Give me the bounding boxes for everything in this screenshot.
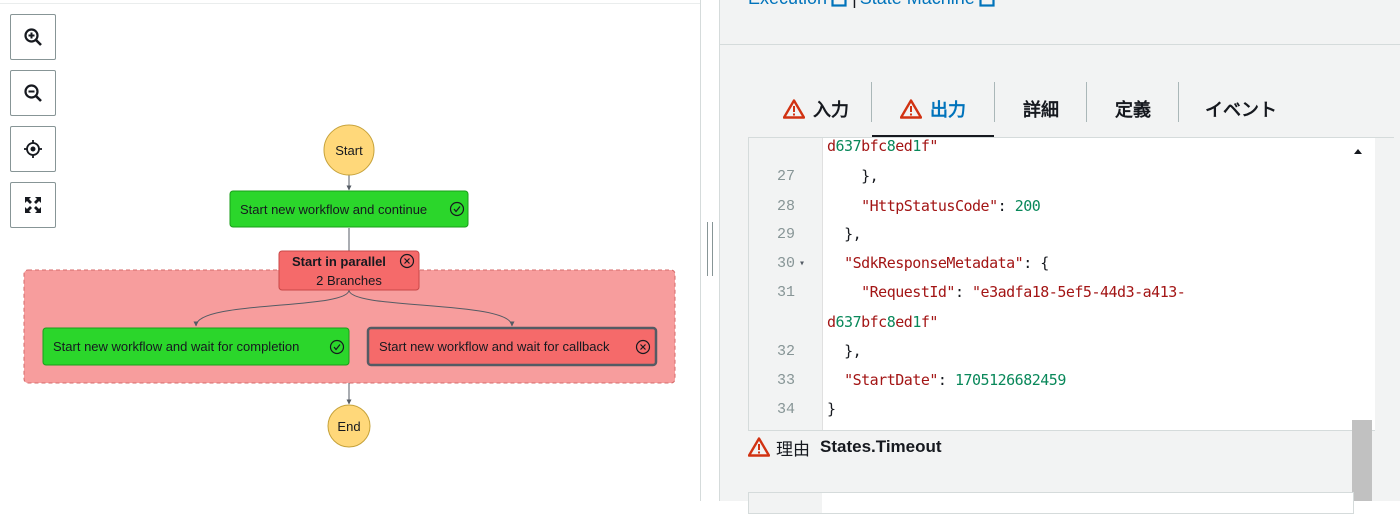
code-line: 32 }, (749, 337, 1375, 366)
zoom-in-button[interactable] (10, 14, 56, 60)
start-node[interactable]: Start (323, 124, 375, 176)
tab-input[interactable]: 入力 (760, 80, 872, 137)
code-text: }, (844, 342, 862, 360)
line-number: 32 (776, 343, 795, 360)
tab-output-label: 出力 (930, 99, 966, 120)
code-text: d637bfc8ed1f" (827, 313, 938, 331)
continue-node-label: Start new workflow and continue (240, 202, 427, 217)
tab-details[interactable]: 詳細 (995, 80, 1087, 137)
line-number: 33 (776, 372, 795, 389)
error-reason: 理由 States.Timeout (748, 434, 942, 460)
graph-view: Start Start new workflow and continue St… (0, 0, 700, 501)
end-node-label: End (337, 419, 360, 434)
parallel-node-branches: 2 Branches (316, 273, 382, 288)
code-text: "SdkResponseMetadata": { (844, 254, 1049, 272)
reason-label: 理由 (776, 439, 810, 459)
warning-icon (748, 437, 770, 457)
code-line: 28 "HttpStatusCode": 200 (749, 192, 1375, 221)
execution-link[interactable]: Execution (748, 0, 827, 8)
state-machine-link[interactable]: State Machine (860, 0, 975, 8)
continue-node[interactable]: Start new workflow and continue (229, 190, 469, 228)
output-code-editor[interactable]: d637bfc8ed1f" 27 }, 28 "HttpStatusCode": 2… (748, 138, 1375, 431)
zoom-out-button[interactable] (10, 70, 56, 116)
scrollbar-thumb[interactable] (1352, 420, 1372, 501)
center-button[interactable] (10, 126, 56, 172)
code-line: 29 }, (749, 220, 1375, 249)
expand-icon (25, 197, 41, 213)
parallel-node-title: Start in parallel (292, 254, 386, 269)
warning-icon (900, 98, 922, 119)
line-number: 29 (776, 226, 795, 243)
tab-details-label: 詳細 (1023, 99, 1059, 120)
end-node[interactable]: End (327, 404, 371, 448)
editor-gutter (749, 493, 822, 513)
tab-output[interactable]: 出力 (872, 80, 994, 138)
tab-events-label: イベント (1205, 99, 1277, 120)
code-line: 27 }, (749, 162, 1375, 191)
divider-border-left (700, 0, 701, 501)
header-divider (720, 44, 1400, 45)
line-number: 31 (776, 284, 795, 301)
wait-callback-node-label: Start new workflow and wait for callback (379, 339, 610, 354)
line-number: 34 (776, 401, 795, 418)
warning-icon (783, 98, 805, 119)
code-text: }, (844, 225, 862, 243)
fold-toggle-icon[interactable]: ▾ (799, 249, 805, 278)
line-number: 28 (776, 198, 795, 215)
code-line: 33 "StartDate": 1705126682459 (749, 366, 1375, 395)
reason-value: States.Timeout (820, 437, 942, 456)
line-number: 30 (776, 255, 795, 272)
code-text: } (827, 400, 836, 418)
code-line: d637bfc8ed1f" (749, 308, 1375, 337)
execution-detail-pane: Execution |State Machine 入力 出力 詳細 定義 (720, 0, 1400, 514)
wait-callback-node[interactable]: Start new workflow and wait for callback (366, 326, 658, 367)
code-line: 34} (749, 395, 1375, 424)
parallel-node[interactable]: Start in parallel 2 Branches (278, 250, 420, 291)
code-text: d637bfc8ed1f" (827, 138, 938, 155)
crosshair-icon (24, 140, 42, 158)
divider-drag-handle[interactable] (707, 222, 713, 276)
fit-view-button[interactable] (10, 182, 56, 228)
zoom-in-icon (24, 28, 42, 46)
tab-events[interactable]: イベント (1179, 80, 1303, 137)
start-node-label: Start (335, 143, 363, 158)
line-number: 27 (776, 168, 795, 185)
code-line: d637bfc8ed1f" (749, 138, 1375, 161)
code-text: }, (861, 167, 879, 185)
workflow-graph: Start Start new workflow and continue St… (23, 124, 676, 448)
code-text: "HttpStatusCode": 200 (861, 197, 1041, 215)
wait-completion-node-label: Start new workflow and wait for completi… (53, 339, 299, 354)
code-text: "StartDate": 1705126682459 (844, 371, 1066, 389)
header-links: Execution |State Machine (748, 0, 997, 9)
tab-definition-label: 定義 (1115, 99, 1151, 120)
external-link-icon[interactable] (831, 0, 849, 7)
tab-input-label: 入力 (813, 99, 849, 120)
header-link-separator: | (852, 0, 857, 8)
tab-definition[interactable]: 定義 (1087, 80, 1179, 137)
external-link-icon[interactable] (979, 0, 997, 7)
code-line: 31 "RequestId": "e3adfa18-5ef5-44d3-a413… (749, 278, 1375, 307)
zoom-out-icon (24, 84, 42, 102)
code-line: 30 ▾ "SdkResponseMetadata": { (749, 249, 1375, 278)
cause-code-editor[interactable] (748, 492, 1354, 514)
scroll-up-icon[interactable] (1352, 145, 1364, 157)
wait-completion-node[interactable]: Start new workflow and wait for completi… (42, 327, 350, 366)
code-text: "RequestId": "e3adfa18-5ef5-44d3-a413- (861, 283, 1186, 301)
